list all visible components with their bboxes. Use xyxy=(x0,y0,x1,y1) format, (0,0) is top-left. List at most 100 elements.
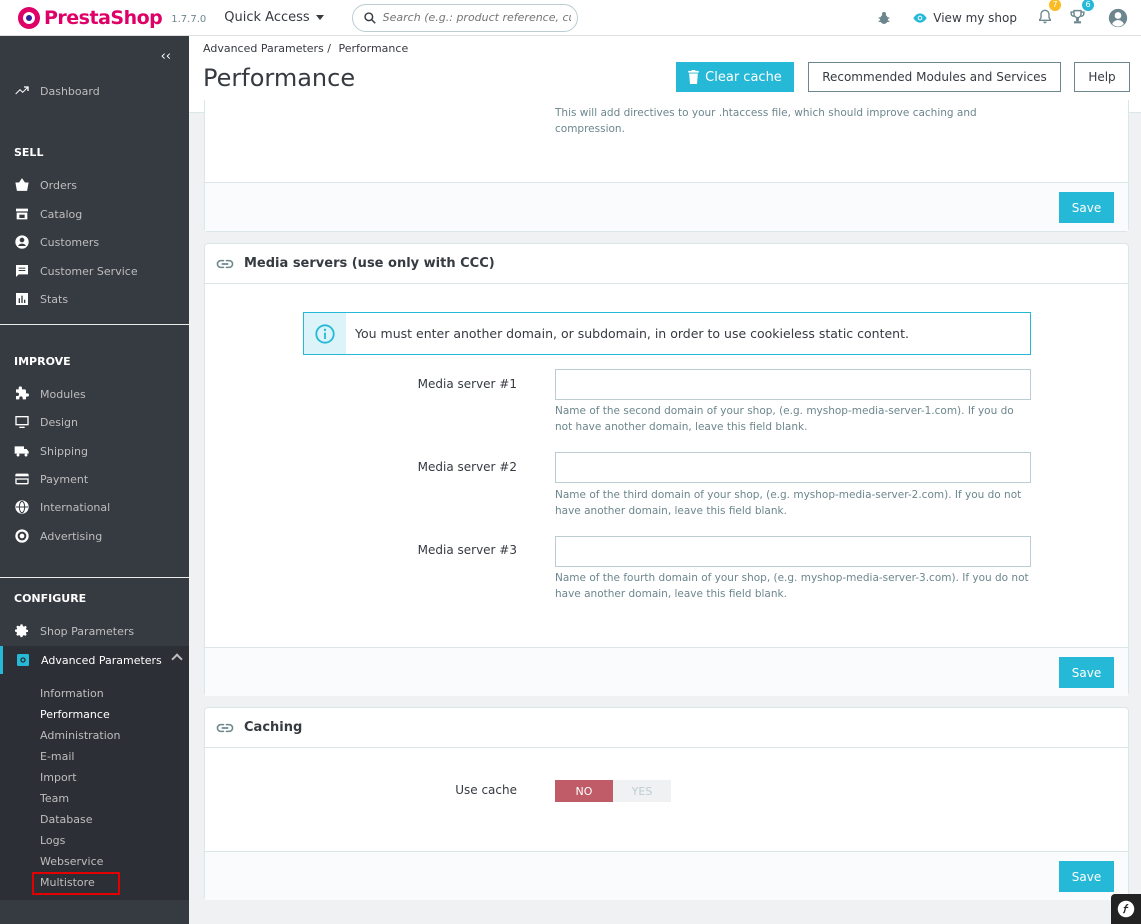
view-my-shop-link[interactable]: View my shop xyxy=(912,11,1017,25)
save-button[interactable]: Save xyxy=(1059,861,1114,892)
sidebar-item-customers[interactable]: Customers xyxy=(0,228,189,256)
breadcrumb-current: Performance xyxy=(338,42,409,55)
bell-icon xyxy=(1039,9,1051,23)
media-server-3-input[interactable] xyxy=(555,536,1031,567)
use-cache-yes-option[interactable]: YES xyxy=(613,780,671,802)
panel-footer: Save xyxy=(205,851,1128,900)
sidebar-item-design[interactable]: Design xyxy=(0,408,189,436)
media-server-1-input[interactable] xyxy=(555,369,1031,400)
trophy-icon xyxy=(1070,9,1085,23)
brand-version: 1.7.7.0 xyxy=(171,13,207,25)
media-server-2-help: Name of the third domain of your shop, (… xyxy=(555,489,1022,517)
panel-footer: Save xyxy=(205,182,1128,231)
gear-icon xyxy=(15,624,28,638)
panel-htaccess: This will add directives to your .htacce… xyxy=(204,100,1129,232)
sidebar-item-orders[interactable]: Orders xyxy=(0,171,189,199)
sidebar-label-payment: Payment xyxy=(40,472,89,486)
alert-message: You must enter another domain, or subdom… xyxy=(355,326,909,341)
truck-icon xyxy=(14,446,29,457)
recommended-modules-button[interactable]: Recommended Modules and Services xyxy=(808,62,1061,92)
notifications-bell[interactable]: 7 xyxy=(1037,0,1061,29)
sidebar-label-stats: Stats xyxy=(40,292,69,306)
save-button[interactable]: Save xyxy=(1059,657,1114,688)
sidebar-item-international[interactable]: International xyxy=(0,493,189,521)
submenu-item-logs[interactable]: Logs xyxy=(40,834,65,847)
panel-heading: Caching xyxy=(205,708,1128,748)
breadcrumb: Advanced Parameters / Performance xyxy=(203,42,408,55)
sidebar-item-advanced-parameters[interactable]: Advanced Parameters xyxy=(0,646,189,674)
submenu-item-webservice[interactable]: Webservice xyxy=(40,855,103,868)
section-sell: SELL xyxy=(14,146,44,159)
clear-cache-label: Clear cache xyxy=(705,69,782,85)
use-cache-no-option[interactable]: NO xyxy=(555,780,613,802)
search-box[interactable] xyxy=(351,3,578,32)
sidebar-label-modules: Modules xyxy=(40,387,86,401)
sidebar-divider xyxy=(0,324,189,325)
view-shop-label: View my shop xyxy=(933,11,1017,25)
bar-chart-icon xyxy=(16,293,28,305)
help-button[interactable]: Help xyxy=(1074,62,1130,92)
sidebar-item-dashboard[interactable]: Dashboard xyxy=(0,77,189,105)
sidebar-label-advertising: Advertising xyxy=(40,529,103,543)
clear-cache-button[interactable]: Clear cache xyxy=(676,62,794,92)
media-server-1-help: Name of the second domain of your shop, … xyxy=(555,405,1014,433)
sidebar-item-modules[interactable]: Modules xyxy=(0,380,189,408)
notifications-count-badge: 7 xyxy=(1049,0,1061,11)
collapse-sidebar-icon[interactable]: ‹‹ xyxy=(161,49,171,64)
info-alert: You must enter another domain, or subdom… xyxy=(303,312,1031,355)
trash-icon xyxy=(688,70,699,84)
sidebar-label-customers: Customers xyxy=(40,235,100,249)
submenu-item-import[interactable]: Import xyxy=(40,771,77,784)
media-server-2-input[interactable] xyxy=(555,452,1031,483)
sidebar-item-advertising[interactable]: Advertising xyxy=(0,522,189,550)
top-right-tools: View my shop 7 6 xyxy=(876,0,1141,36)
quick-access-dropdown[interactable]: Quick Access xyxy=(224,10,324,25)
account-circle-icon xyxy=(15,235,29,249)
media-server-1-label: Media server #1 xyxy=(417,377,517,391)
desktop-icon xyxy=(15,416,29,428)
target-icon xyxy=(15,529,29,543)
sidebar-label-dashboard: Dashboard xyxy=(40,84,100,98)
submenu-item-performance[interactable]: Performance xyxy=(40,708,110,721)
brand-name: PrestaShop xyxy=(44,6,163,29)
breadcrumb-parent[interactable]: Advanced Parameters xyxy=(203,42,324,55)
caching-title: Caching xyxy=(244,720,303,735)
symfony-debug-toolbar-icon[interactable] xyxy=(1111,894,1141,924)
sidebar-item-payment[interactable]: Payment xyxy=(0,465,189,493)
caret-down-icon xyxy=(315,15,324,20)
info-icon xyxy=(304,313,346,354)
multistore-highlight-box xyxy=(32,872,120,895)
sidebar-label-international: International xyxy=(40,500,111,514)
submenu-item-team[interactable]: Team xyxy=(40,792,69,805)
save-button[interactable]: Save xyxy=(1059,192,1114,223)
settings-applications-icon xyxy=(17,654,29,666)
user-avatar-icon[interactable] xyxy=(1108,8,1128,28)
link-icon xyxy=(216,259,234,268)
section-improve: IMPROVE xyxy=(14,355,71,368)
sidebar-item-customer-service[interactable]: Customer Service xyxy=(0,257,189,285)
sidebar-label-catalog: Catalog xyxy=(40,207,83,221)
media-servers-title: Media servers (use only with CCC) xyxy=(244,256,495,271)
submenu-item-administration[interactable]: Administration xyxy=(40,729,121,742)
sidebar-label-orders: Orders xyxy=(40,178,77,192)
prestashop-logo[interactable]: PrestaShop 1.7.7.0 xyxy=(18,6,207,29)
chevron-up-icon xyxy=(171,653,183,665)
sidebar-label-customer-service: Customer Service xyxy=(40,264,138,278)
debug-bug-icon[interactable] xyxy=(876,10,892,26)
panel-media-servers: Media servers (use only with CCC) You mu… xyxy=(204,243,1129,696)
use-cache-switch[interactable]: NO YES xyxy=(555,780,672,802)
submenu-item-email[interactable]: E-mail xyxy=(40,750,75,763)
trending-up-icon xyxy=(15,86,29,95)
sidebar-item-catalog[interactable]: Catalog xyxy=(0,200,189,228)
sidebar-item-stats[interactable]: Stats xyxy=(0,285,189,313)
submenu-item-database[interactable]: Database xyxy=(40,813,93,826)
sidebar-label-shipping: Shipping xyxy=(40,444,88,458)
media-server-3-label: Media server #3 xyxy=(417,543,517,557)
orders-notification[interactable]: 6 xyxy=(1069,0,1094,29)
sidebar-item-shop-parameters[interactable]: Shop Parameters xyxy=(0,617,189,645)
sidebar-item-shipping[interactable]: Shipping xyxy=(0,437,189,465)
search-input[interactable] xyxy=(382,11,571,24)
breadcrumb-separator: / xyxy=(327,42,335,55)
eye-icon xyxy=(913,13,927,23)
submenu-item-information[interactable]: Information xyxy=(40,687,104,700)
